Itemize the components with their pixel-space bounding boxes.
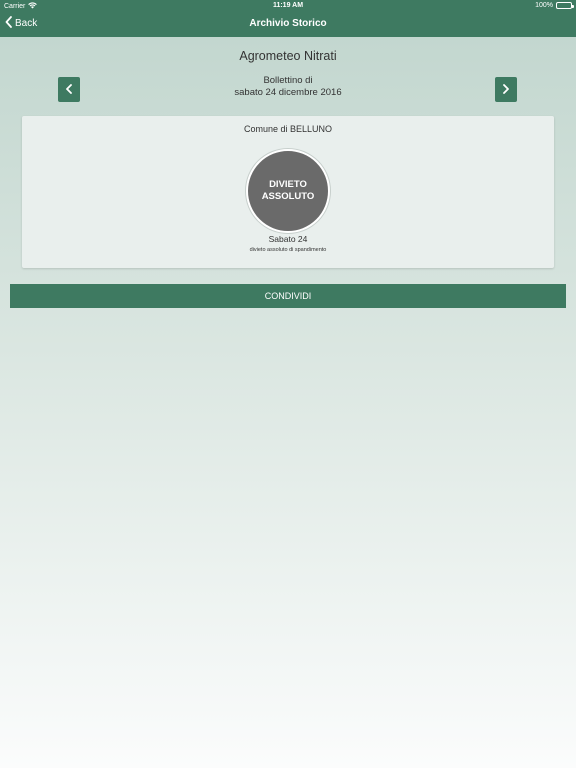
navigation-bar: Back Archivio Storico: [0, 12, 576, 37]
status-description: divieto assoluto di spandimento: [249, 247, 327, 253]
status-time: 11:19 AM: [272, 2, 304, 9]
status-line-2: ASSOLUTO: [261, 191, 315, 202]
next-day-button[interactable]: [495, 77, 517, 102]
battery-percent: 100%: [535, 2, 553, 9]
battery-group: 100%: [535, 2, 574, 9]
page-title: Agrometeo Nitrati: [239, 49, 337, 63]
nav-title: Archivio Storico: [249, 18, 327, 29]
previous-day-button[interactable]: [58, 77, 80, 102]
status-bar: Carrier 11:19 AM 100%: [0, 0, 576, 12]
bulletin-date: Bollettino di sabato 24 dicembre 2016: [0, 75, 576, 99]
status-circle: DIVIETO ASSOLUTO: [246, 149, 330, 233]
forecast-card: Comune di BELLUNO DIVIETO ASSOLUTO Sabat…: [22, 116, 554, 268]
comune-label: Comune di BELLUNO: [243, 124, 333, 134]
share-button[interactable]: CONDIVIDI: [10, 284, 566, 308]
bulletin-date-value: sabato 24 dicembre 2016: [234, 87, 342, 98]
chevron-left-icon: [65, 81, 73, 99]
chevron-right-icon: [502, 81, 510, 99]
battery-icon: [556, 2, 574, 9]
day-label: Sabato 24: [268, 234, 308, 244]
bulletin-label: Bollettino di: [263, 75, 313, 86]
status-line-1: DIVIETO: [269, 179, 307, 190]
